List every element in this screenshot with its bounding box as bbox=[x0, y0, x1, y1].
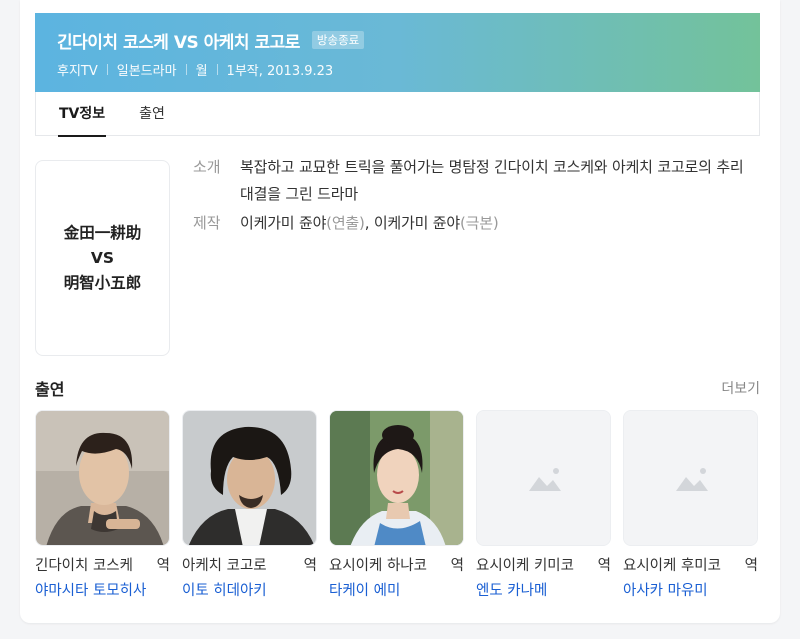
cast-item[interactable]: 긴다이치 코스케 역 야마시타 토모히사 bbox=[35, 410, 170, 600]
episodes-date: 1부작, 2013.9.23 bbox=[226, 64, 334, 79]
placeholder-image-icon bbox=[624, 411, 757, 545]
more-link[interactable]: 더보기 bbox=[721, 378, 760, 398]
intro-label: 소개 bbox=[193, 158, 221, 176]
role-suffix: 역 bbox=[450, 558, 464, 574]
portrait-man-short-hair bbox=[36, 411, 169, 545]
role-suffix: 역 bbox=[303, 558, 317, 574]
cast-item[interactable]: 아케치 코고로 역 이토 히데아키 bbox=[182, 410, 317, 600]
intro-text: 복잡하고 교묘한 트릭을 풀어가는 명탐정 긴다이치 코스케와 아케치 코고로의… bbox=[240, 158, 744, 203]
program-title[interactable]: 긴다이치 코스케 VS 아케치 코고로 bbox=[57, 28, 300, 53]
cast-header: 출연 더보기 bbox=[35, 376, 760, 400]
tab-cast[interactable]: 출연 bbox=[139, 92, 165, 136]
tv-info-card: 긴다이치 코스케 VS 아케치 코고로 방송종료 후지TV 일본드라마 월 1부… bbox=[20, 0, 780, 623]
actor-photo[interactable] bbox=[329, 410, 464, 546]
cast-item[interactable]: 요시이케 하나코 역 타케이 에미 bbox=[329, 410, 464, 600]
role-suffix: 역 bbox=[597, 558, 611, 574]
cast-item[interactable]: 요시이케 키미코 역 엔도 카나메 bbox=[476, 410, 611, 600]
actor-name[interactable]: 아사카 마유미 bbox=[623, 582, 758, 600]
role-suffix: 역 bbox=[744, 558, 758, 574]
production-value: 이케가미 쥰야(연출), 이케가미 쥰야(극본) bbox=[240, 214, 499, 232]
role-suffix: 역 bbox=[156, 558, 170, 574]
broadcaster[interactable]: 후지TV bbox=[57, 60, 98, 79]
cast-item[interactable]: 요시이케 후미코 역 아사카 마유미 bbox=[623, 410, 758, 600]
program-header: 긴다이치 코스케 VS 아케치 코고로 방송종료 후지TV 일본드라마 월 1부… bbox=[35, 13, 760, 92]
cast-title: 출연 bbox=[35, 380, 65, 399]
actor-name[interactable]: 야마시타 토모히사 bbox=[35, 582, 170, 600]
divider bbox=[185, 64, 187, 75]
program-info: 소개 복잡하고 교묘한 트릭을 풀어가는 명탐정 긴다이치 코스케와 아케치 코… bbox=[193, 154, 761, 237]
role-name: 요시이케 하나코 bbox=[329, 558, 427, 574]
poster-line: 金田一耕助 bbox=[63, 223, 142, 242]
role-row: 요시이케 키미코 역 bbox=[476, 557, 611, 575]
actor-name[interactable]: 타케이 에미 bbox=[329, 582, 464, 600]
director-role: (연출) bbox=[326, 214, 365, 232]
portrait-man-curly-hair bbox=[183, 411, 316, 545]
poster-line: VS bbox=[90, 248, 115, 267]
actor-name[interactable]: 엔도 카나메 bbox=[476, 582, 611, 600]
production-label: 제작 bbox=[193, 214, 221, 232]
actor-photo-placeholder[interactable] bbox=[476, 410, 611, 546]
role-row: 요시이케 하나코 역 bbox=[329, 557, 464, 575]
cast-list: 긴다이치 코스케 역 야마시타 토모히사 아케치 코고로 역 이토 히데아키 요… bbox=[35, 410, 760, 600]
actor-photo-placeholder[interactable] bbox=[623, 410, 758, 546]
actor-photo[interactable] bbox=[35, 410, 170, 546]
role-name: 아케치 코고로 bbox=[182, 558, 267, 574]
program-meta: 후지TV 일본드라마 월 1부작, 2013.9.23 bbox=[57, 60, 760, 79]
role-row: 긴다이치 코스케 역 bbox=[35, 557, 170, 575]
tab-tv-info[interactable]: TV정보 bbox=[57, 92, 107, 137]
writer-name[interactable]: 이케가미 쥰야 bbox=[374, 214, 460, 232]
placeholder-image-icon bbox=[477, 411, 610, 545]
actor-photo[interactable] bbox=[182, 410, 317, 546]
writer-role: (극본) bbox=[460, 214, 499, 232]
role-row: 아케치 코고로 역 bbox=[182, 557, 317, 575]
divider bbox=[106, 64, 108, 75]
portrait-woman-kimono bbox=[330, 411, 463, 545]
director-name[interactable]: 이케가미 쥰야 bbox=[240, 214, 326, 232]
program-poster[interactable]: 金田一耕助 VS 明智小五郎 bbox=[35, 160, 170, 356]
genre: 일본드라마 bbox=[116, 64, 177, 79]
role-name: 요시이케 키미코 bbox=[476, 558, 574, 574]
divider bbox=[216, 64, 218, 75]
status-badge: 방송종료 bbox=[311, 31, 365, 49]
intro-row: 소개 복잡하고 교묘한 트릭을 풀어가는 명탐정 긴다이치 코스케와 아케치 코… bbox=[193, 154, 761, 208]
tab-bar: TV정보 출연 bbox=[35, 92, 760, 137]
role-name: 긴다이치 코스케 bbox=[35, 558, 133, 574]
role-name: 요시이케 후미코 bbox=[623, 558, 721, 574]
role-row: 요시이케 후미코 역 bbox=[623, 557, 758, 575]
actor-name[interactable]: 이토 히데아키 bbox=[182, 582, 317, 600]
poster-line: 明智小五郎 bbox=[63, 273, 142, 292]
production-row: 제작 이케가미 쥰야(연출), 이케가미 쥰야(극본) bbox=[193, 210, 761, 237]
air-day: 월 bbox=[195, 64, 208, 79]
